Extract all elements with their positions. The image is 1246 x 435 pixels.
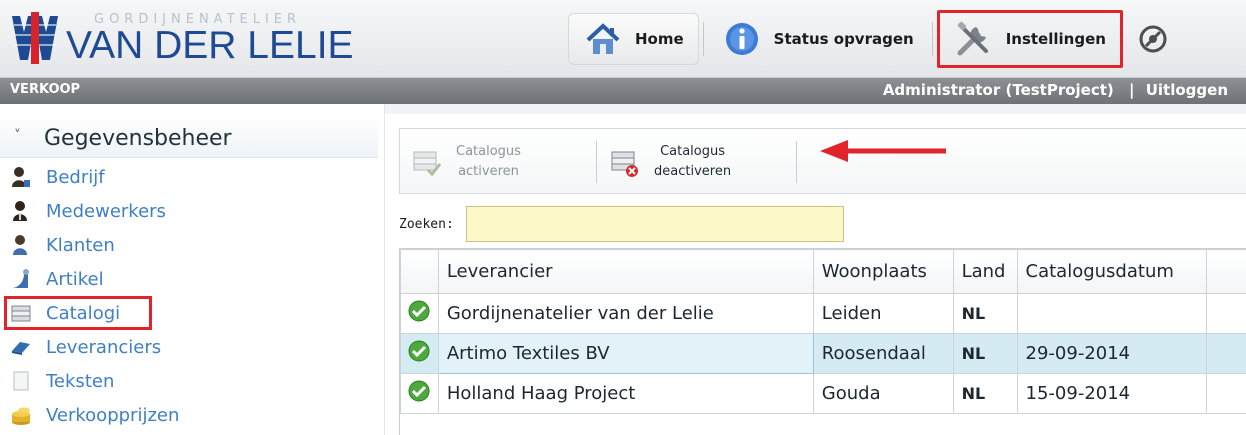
cell-leverancier: Gordijnenatelier van der Lelie — [437, 293, 814, 334]
cell-woonplaats: Leiden — [812, 293, 954, 334]
column-header-woonplaats[interactable]: Woonplaats — [812, 249, 954, 294]
column-header-empty — [1206, 249, 1246, 294]
sidebar-item-label: Artikel — [46, 268, 104, 290]
cell-catalogusdatum — [1016, 293, 1208, 334]
sidebar-item-bedrijf[interactable]: Bedrijf — [8, 160, 179, 194]
tools-icon — [954, 19, 994, 59]
table-row[interactable]: Holland Haag Project Gouda NL 15-09-2014 — [400, 373, 1246, 414]
deactivate-catalog-button[interactable]: Catalogus deactiveren — [608, 137, 731, 187]
sidebar-item-klanten[interactable]: Klanten — [8, 228, 179, 262]
active-check-icon — [408, 380, 430, 402]
search-input[interactable] — [465, 206, 844, 242]
annotation-arrow — [820, 140, 946, 162]
table-row-selected[interactable]: Artimo Textiles BV Roosendaal NL 29-09-2… — [400, 333, 1246, 374]
cell-land: NL — [952, 333, 1018, 374]
column-header-leverancier[interactable]: Leverancier — [437, 249, 814, 294]
main-content: Catalogus activeren Catalogus deactivere… — [384, 104, 1246, 435]
cell-catalogusdatum: 15-09-2014 — [1016, 373, 1208, 414]
status-button[interactable]: Status opvragen — [708, 13, 928, 65]
status-bar: VERKOOP Administrator (TestProject) | Ui… — [0, 78, 1246, 104]
catalog-icon — [8, 302, 34, 324]
sidebar-item-medewerkers[interactable]: Medewerkers — [8, 194, 179, 228]
home-icon — [583, 19, 623, 59]
article-icon — [8, 268, 34, 290]
supplier-icon — [8, 336, 34, 358]
module-name: VERKOOP — [10, 82, 81, 97]
sidebar-item-label: Klanten — [46, 234, 115, 256]
activate-label-line1: Catalogus — [456, 144, 521, 159]
cell-leverancier: Holland Haag Project — [437, 373, 814, 414]
user-area: Administrator (TestProject) | Uitloggen — [883, 81, 1228, 99]
sidebar-section-title: Gegevensbeheer — [44, 126, 232, 151]
activate-catalog-button[interactable]: Catalogus activeren — [410, 137, 521, 187]
settings-button[interactable]: Instellingen — [936, 10, 1123, 68]
sidebar-item-artikel[interactable]: Artikel — [8, 262, 179, 296]
sidebar-item-label: Medewerkers — [46, 200, 166, 222]
price-icon — [8, 404, 34, 426]
table-header-row: Leverancier Woonplaats Land Catalogusdat… — [400, 249, 1246, 294]
table-row[interactable]: Gordijnenatelier van der Lelie Leiden NL — [400, 293, 1246, 334]
chevron-down-icon: ˅ — [14, 128, 21, 144]
lily-logo-icon — [12, 12, 58, 64]
sidebar: ˅ Gegevensbeheer Bedrijf Medewerkers Kla… — [0, 104, 378, 435]
sidebar-item-label: Teksten — [46, 370, 115, 392]
support-icon — [1133, 19, 1173, 59]
info-icon — [722, 19, 762, 59]
active-check-icon — [408, 340, 430, 362]
sidebar-item-label: Leveranciers — [46, 336, 162, 358]
main-top-strip — [385, 104, 1246, 114]
brand-name: VAN DER LELIE — [66, 24, 354, 67]
sidebar-item-leveranciers[interactable]: Leveranciers — [8, 330, 179, 364]
top-navigation: Home Status opvragen Instellingen — [560, 8, 1195, 70]
activate-label-line2: activeren — [458, 164, 519, 179]
sidebar-item-label: Catalogi — [46, 302, 121, 324]
cell-land: NL — [952, 373, 1018, 414]
sidebar-item-label: Bedrijf — [46, 166, 105, 188]
catalog-activate-icon — [413, 151, 442, 177]
cell-catalogusdatum: 29-09-2014 — [1016, 333, 1208, 374]
toolbar-separator — [796, 141, 797, 183]
separator: | — [1129, 81, 1135, 99]
supplier-table: Leverancier Woonplaats Land Catalogusdat… — [400, 249, 1246, 414]
cell-land: NL — [952, 293, 1018, 334]
sidebar-section-header[interactable]: ˅ Gegevensbeheer — [0, 116, 378, 158]
employee-icon — [8, 200, 34, 222]
cell-woonplaats: Roosendaal — [812, 333, 954, 374]
app-header: GORDIJNENATELIER VAN DER LELIE Home Stat… — [0, 0, 1246, 78]
company-icon — [8, 166, 34, 188]
sidebar-item-catalogi[interactable]: Catalogi — [4, 296, 152, 330]
cell-leverancier: Artimo Textiles BV — [437, 333, 814, 374]
settings-label: Instellingen — [1005, 30, 1106, 48]
nav-separator — [702, 22, 704, 56]
search-label: Zoeken: — [399, 216, 454, 232]
sidebar-item-label: Verkoopprijzen — [46, 404, 180, 426]
cell-woonplaats: Gouda — [812, 373, 954, 414]
customer-icon — [8, 234, 34, 256]
brand-logo[interactable]: GORDIJNENATELIER VAN DER LELIE — [10, 8, 354, 70]
column-header-land[interactable]: Land — [952, 249, 1018, 294]
column-header-catalogusdatum[interactable]: Catalogusdatum — [1016, 249, 1208, 294]
toolbar-separator — [596, 141, 597, 183]
home-label: Home — [635, 30, 684, 48]
text-icon — [8, 370, 34, 392]
home-button[interactable]: Home — [568, 13, 699, 65]
logout-link[interactable]: Uitloggen — [1146, 81, 1228, 99]
status-label: Status opvragen — [773, 30, 914, 48]
deactivate-label-line1: Catalogus — [660, 144, 725, 159]
nav-separator — [931, 22, 933, 56]
search-row: Zoeken: — [399, 204, 844, 244]
sidebar-item-verkoopprijzen[interactable]: Verkoopprijzen — [8, 398, 179, 432]
deactivate-label-line2: deactiveren — [654, 164, 732, 179]
extra-nav-button[interactable] — [1123, 13, 1195, 65]
catalog-deactivate-icon — [611, 151, 638, 177]
sidebar-menu: Bedrijf Medewerkers Klanten Artikel Cata… — [4, 160, 179, 432]
current-user: Administrator (TestProject) — [882, 81, 1114, 99]
active-check-icon — [408, 300, 430, 322]
sidebar-item-teksten[interactable]: Teksten — [8, 364, 179, 398]
status-column-header — [400, 249, 439, 294]
supplier-grid: Leverancier Woonplaats Land Catalogusdat… — [399, 248, 1246, 435]
